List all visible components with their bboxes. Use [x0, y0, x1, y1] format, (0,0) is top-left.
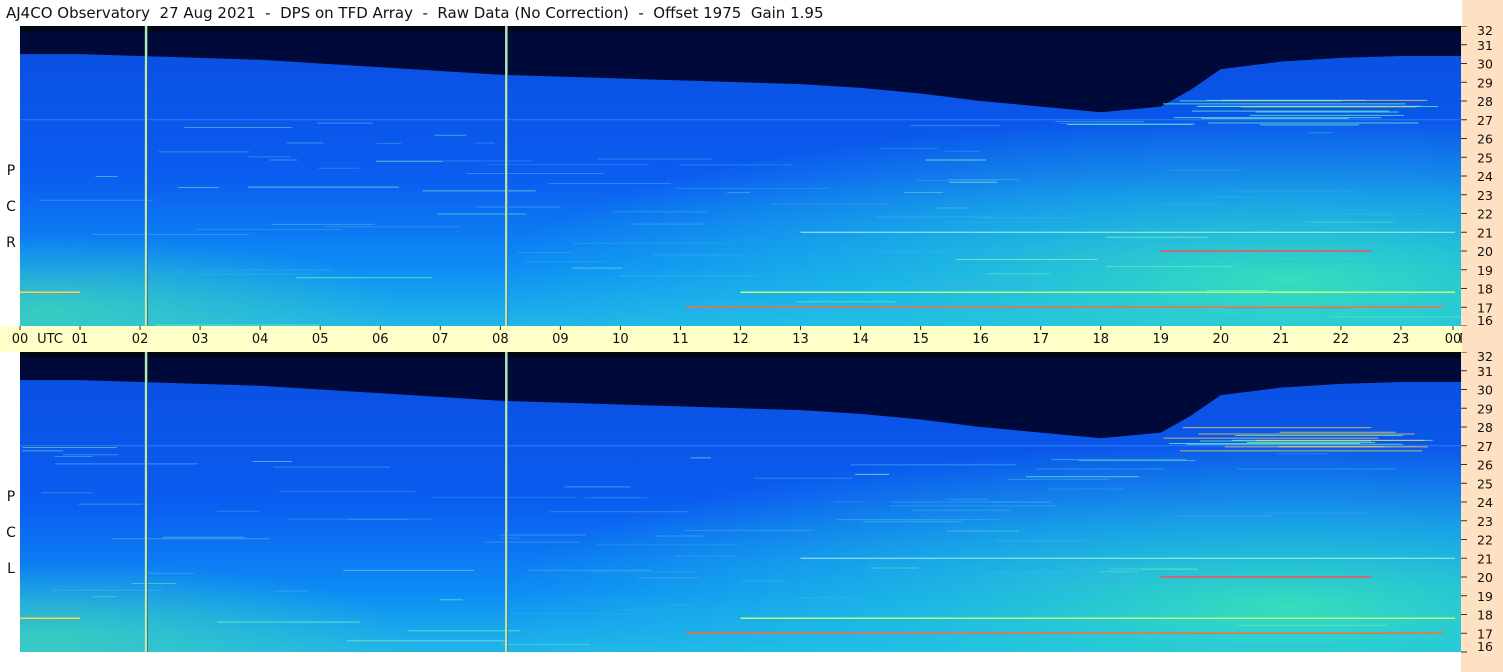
rcp-freq-tick-label: 27: [1477, 113, 1493, 128]
rcp-freq-tick-label: 24: [1477, 169, 1493, 184]
lcp-freq-tick-label: 25: [1477, 476, 1493, 491]
rcp-label-area: R C P: [0, 26, 20, 326]
rcp-spectrogram-svg: [20, 26, 1461, 326]
lcp-freq-tick-label: 29: [1477, 401, 1493, 416]
time-tick-label: 10: [612, 332, 629, 347]
time-tick-label: 23: [1393, 332, 1410, 347]
rcp-label-letter: C: [6, 199, 16, 215]
time-tick-label: 06: [372, 332, 389, 347]
rcp-freq-tick-label: 30: [1477, 57, 1493, 72]
lcp-freq-tick-label: 21: [1477, 551, 1493, 566]
lcp-label-letter: P: [6, 489, 16, 505]
time-tick-label: 19: [1153, 332, 1170, 347]
time-tick-label: 09: [552, 332, 569, 347]
lcp-freq-tick-label: 30: [1477, 383, 1493, 398]
rcp-spectrogram: [20, 26, 1461, 326]
rcp-freq-tick-label: 19: [1477, 263, 1493, 278]
time-tick-label: 08: [492, 332, 509, 347]
lcp-freq-tick-label: 27: [1477, 439, 1493, 454]
rcp-freq-tick-label: 22: [1477, 207, 1493, 222]
lcp-freq-tick-label: 19: [1477, 589, 1493, 604]
time-tick-label: 05: [312, 332, 329, 347]
lcp-freq-tick-label: 26: [1477, 458, 1493, 473]
bottom-margin: [20, 652, 1461, 672]
lcp-label-letter: L: [7, 561, 15, 577]
time-tick-label: 15: [912, 332, 929, 347]
lcp-freq-tick-label: 23: [1477, 514, 1493, 529]
time-axis: 00 UTC 01 02 03 04 05 06 07 08 09 10 11 12 13 14 15 16 17 1…: [0, 326, 1462, 352]
lcp-freq-tick-label: 16: [1477, 639, 1493, 654]
time-tick-label: 22: [1333, 332, 1350, 347]
time-tick-label: 21: [1273, 332, 1290, 347]
rcp-freq-tick-label: 26: [1477, 132, 1493, 147]
time-tick-label: 16: [972, 332, 989, 347]
rcp-top-dark-band: [20, 26, 1461, 32]
time-tick-label: 02: [132, 332, 149, 347]
time-tick-label: 03: [192, 332, 209, 347]
lcp-freq-tick-label: 22: [1477, 533, 1493, 548]
time-tick-label: 13: [792, 332, 809, 347]
lcp-label-letter: C: [6, 525, 16, 541]
time-axis-svg: 00 UTC 01 02 03 04 05 06 07 08 09 10 11 12 13 14 15 16 17 1…: [12, 326, 1462, 347]
rcp-freq-tick-label: 23: [1477, 188, 1493, 203]
time-tick-label: 07: [432, 332, 449, 347]
rcp-freq-tick-label: 31: [1477, 38, 1493, 53]
time-tick-label: 11: [672, 332, 689, 347]
rcp-freq-tick-label: 28: [1477, 94, 1493, 109]
lcp-label-area: L C P: [0, 352, 20, 672]
lcp-freq-axis: 16 17 18 19 20 21 22 23 24 25 26 27 28 29 30 31 32: [1461, 352, 1503, 672]
chart-title: AJ4CO Observatory 27 Aug 2021 - DPS on T…: [0, 0, 1462, 26]
lcp-freq-tick-label: 20: [1477, 570, 1493, 585]
lcp-freq-tick-label: 28: [1477, 420, 1493, 435]
freq-axis-corner-top: [1462, 0, 1503, 26]
rcp-freq-tick-label: 25: [1477, 150, 1493, 165]
time-tick-label: 00: [12, 332, 29, 347]
freq-axis-corner-mid: [1462, 326, 1503, 352]
rcp-freq-axis-svg: 1617181920212223242526272829303132: [1461, 26, 1493, 326]
time-tick-label: 14: [852, 332, 869, 347]
lcp-freq-tick-label: 18: [1477, 608, 1493, 623]
rcp-freq-tick-label: 20: [1477, 244, 1493, 259]
rcp-freq-tick-label: 32: [1477, 26, 1493, 38]
time-tick-label: 18: [1092, 332, 1109, 347]
lcp-freq-tick-label: 31: [1477, 364, 1493, 379]
lcp-top-dark-band: [20, 352, 1461, 358]
lcp-freq-axis-svg: 1617 18 19 20 21 22 23 24 25 26 27 28 29 30 3132: [1461, 352, 1493, 654]
rcp-freq-tick-label: 29: [1477, 75, 1493, 90]
time-tick-label: 12: [732, 332, 749, 347]
lcp-freq-tick-label: 24: [1477, 495, 1493, 510]
lcp-spectrogram: [20, 352, 1461, 652]
time-tick-label: UTC: [37, 332, 63, 347]
lcp-freq-tick-label: 32: [1477, 352, 1493, 364]
lcp-freq-tick-label: 17: [1477, 626, 1493, 641]
rcp-freq-tick-label: 18: [1477, 282, 1493, 297]
time-tick-label: 04: [252, 332, 269, 347]
lcp-spectrogram-svg: [20, 352, 1461, 652]
time-tick-label: 17: [1032, 332, 1049, 347]
rcp-label-letter: P: [6, 163, 16, 179]
rcp-label-letter: R: [6, 235, 16, 251]
rcp-freq-axis: 16 17 18 19 20 21 22 23 24 25 26 27 28 29 30 31 32: [1461, 26, 1503, 326]
time-tick-label: 20: [1213, 332, 1230, 347]
rcp-freq-tick-label: 17: [1477, 300, 1493, 315]
rcp-freq-tick-label: 21: [1477, 225, 1493, 240]
time-tick-label: 01: [72, 332, 89, 347]
